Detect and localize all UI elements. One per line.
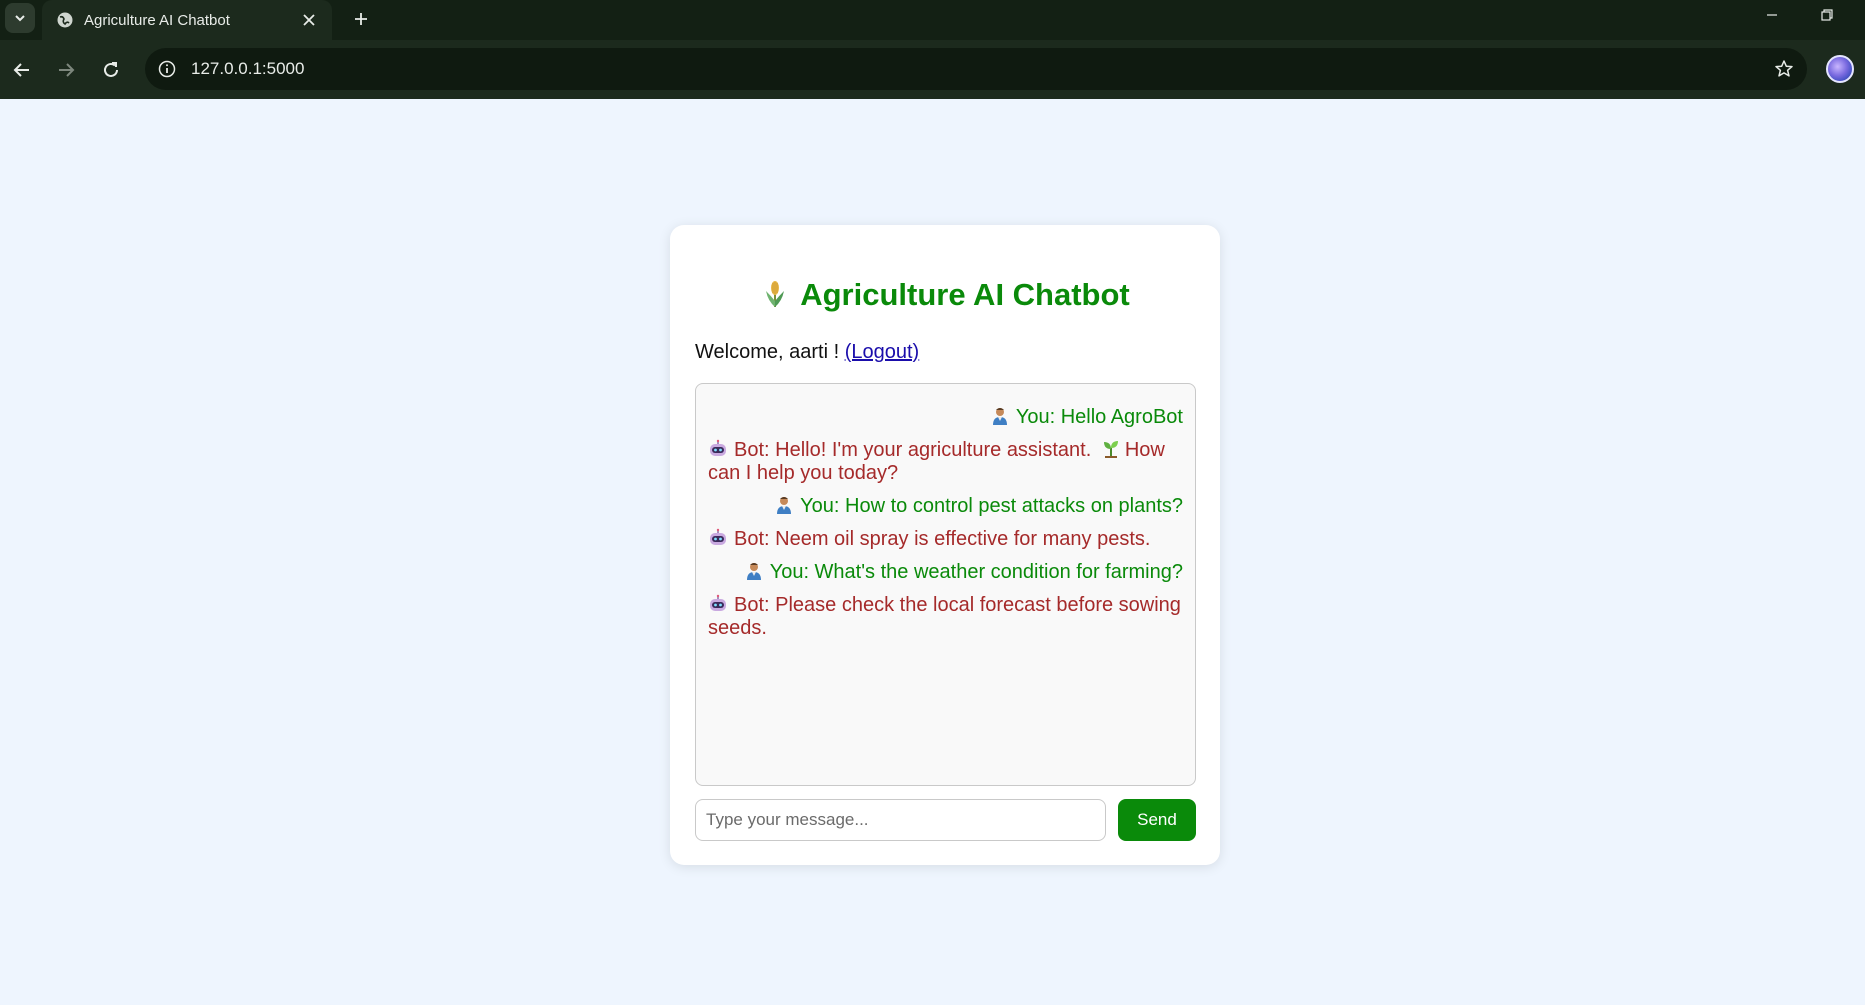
globe-icon (56, 11, 74, 29)
message-text: You: Hello AgroBot (1015, 406, 1183, 428)
close-icon (303, 14, 315, 26)
new-tab-button[interactable] (346, 4, 376, 34)
message-input[interactable] (695, 799, 1106, 841)
bot-message: Bot: Neem oil spray is effective for man… (708, 528, 1183, 551)
robot-icon (708, 528, 728, 548)
bot-message: Bot: Please check the local forecast bef… (708, 594, 1183, 640)
plus-icon (355, 13, 367, 25)
send-button[interactable]: Send (1118, 799, 1196, 841)
profile-avatar[interactable] (1826, 55, 1854, 83)
farmer-icon (744, 561, 764, 581)
chat-card: Agriculture AI Chatbot Welcome, aarti ! … (670, 225, 1220, 865)
bot-message: Bot: Hello! I'm your agriculture assista… (708, 439, 1183, 485)
page-title-text: Agriculture AI Chatbot (800, 277, 1130, 312)
user-message: You: Hello AgroBot (708, 406, 1183, 429)
user-message: You: What's the weather condition for fa… (708, 561, 1183, 584)
restore-icon (1821, 9, 1833, 21)
url-text: 127.0.0.1:5000 (191, 59, 305, 78)
logout-link[interactable]: (Logout) (845, 341, 920, 363)
robot-icon (708, 594, 728, 614)
robot-icon (708, 439, 728, 459)
browser-tab[interactable]: Agriculture AI Chatbot (42, 0, 332, 40)
browser-chrome: Agriculture AI Chatbot 127.0.0.1:5000 (0, 0, 1865, 99)
welcome-text: Welcome, aarti ! (695, 341, 840, 363)
message-text: You: What's the weather condition for fa… (769, 561, 1183, 583)
chevron-down-icon (15, 15, 25, 22)
ear-of-corn-icon (760, 279, 790, 309)
tab-strip: Agriculture AI Chatbot (0, 0, 1865, 40)
farmer-icon (990, 406, 1010, 426)
user-message: You: How to control pest attacks on plan… (708, 495, 1183, 518)
back-button[interactable] (6, 54, 38, 86)
message-text: You: How to control pest attacks on plan… (800, 495, 1183, 517)
reload-icon (104, 62, 118, 77)
forward-button[interactable] (50, 54, 82, 86)
tab-search-button[interactable] (5, 3, 35, 33)
page-title: Agriculture AI Chatbot (670, 277, 1220, 313)
minimize-icon (1767, 14, 1777, 16)
address-bar[interactable]: 127.0.0.1:5000 (145, 48, 1807, 90)
minimize-button[interactable] (1757, 0, 1787, 30)
welcome-line: Welcome, aarti ! (Logout) (695, 341, 919, 364)
message-text: Bot: Hello! I'm your agriculture assista… (734, 439, 1092, 461)
seedling-icon (1101, 439, 1121, 459)
message-text: Bot: Neem oil spray is effective for man… (734, 528, 1151, 550)
tab-title: Agriculture AI Chatbot (84, 11, 230, 29)
message-text: Bot: Please check the local forecast bef… (708, 594, 1181, 639)
star-icon[interactable] (1771, 56, 1797, 82)
farmer-icon (774, 495, 794, 515)
chat-history[interactable]: You: Hello AgroBot Bot: Hello! I'm your … (695, 383, 1196, 786)
info-icon[interactable] (155, 57, 179, 81)
arrow-right-icon (59, 63, 75, 77)
reload-button[interactable] (95, 54, 127, 86)
restore-button[interactable] (1812, 0, 1842, 30)
arrow-left-icon (13, 63, 29, 77)
close-tab-button[interactable] (296, 7, 322, 33)
